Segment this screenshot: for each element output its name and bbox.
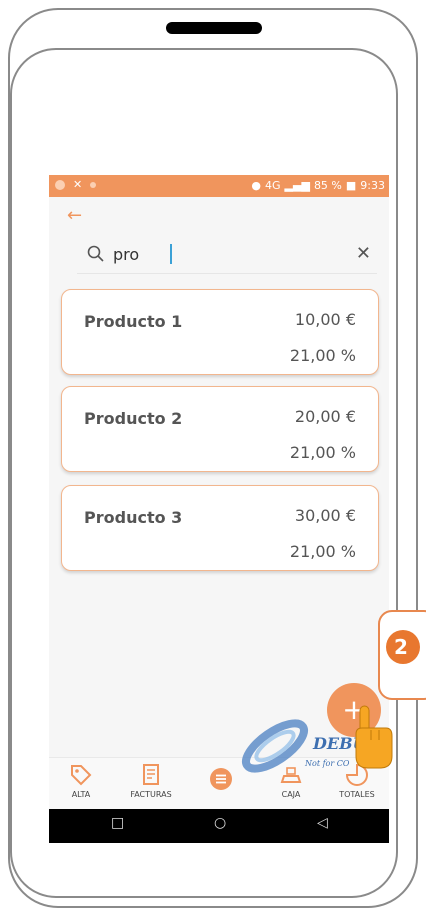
product-vat: 21,00 % bbox=[289, 443, 356, 462]
search-input[interactable] bbox=[113, 243, 313, 265]
product-name: Producto 2 bbox=[84, 409, 183, 428]
invoice-icon bbox=[143, 764, 159, 785]
notification-dot-icon bbox=[90, 181, 97, 188]
clock: 9:33 bbox=[360, 179, 385, 192]
product-card[interactable]: Producto 2 20,00 € 21,00 % bbox=[61, 386, 379, 472]
missed-call-icon: ✕ bbox=[73, 178, 83, 191]
product-name: Producto 1 bbox=[84, 312, 183, 331]
battery-icon: ■ bbox=[345, 179, 357, 192]
product-price: 10,00 € bbox=[294, 310, 356, 329]
back-icon[interactable]: ◁ bbox=[317, 815, 328, 831]
network-type: 4G bbox=[265, 179, 281, 192]
battery-percent: 85 % bbox=[313, 179, 342, 192]
nav-totales-label: TOTALES bbox=[339, 790, 375, 799]
text-cursor bbox=[170, 244, 172, 264]
search-icon[interactable] bbox=[85, 243, 107, 265]
home-icon[interactable]: ○ bbox=[214, 815, 226, 831]
product-name: Producto 3 bbox=[84, 508, 183, 527]
watermark-subtext: Not for CO bbox=[304, 759, 350, 768]
close-icon[interactable]: ✕ bbox=[356, 241, 371, 267]
product-vat: 21,00 % bbox=[289, 346, 356, 365]
notification-icon bbox=[55, 179, 65, 190]
nav-facturas-label: FACTURAS bbox=[130, 790, 172, 799]
search-bar: ✕ bbox=[77, 237, 377, 274]
product-price: 30,00 € bbox=[294, 506, 356, 525]
product-card[interactable]: Producto 1 10,00 € 21,00 % bbox=[61, 289, 379, 375]
phone-speaker bbox=[166, 22, 262, 34]
back-arrow-icon[interactable]: ← bbox=[67, 207, 82, 225]
recent-apps-icon[interactable]: □ bbox=[111, 815, 124, 831]
product-vat: 21,00 % bbox=[289, 542, 356, 561]
signal-icon: ▂▄▆ bbox=[284, 179, 310, 192]
nav-alta-label: ALTA bbox=[71, 790, 91, 799]
nav-caja-label: CAJA bbox=[281, 790, 301, 799]
step-number-badge: 2 bbox=[386, 630, 420, 664]
wifi-icon: ● bbox=[251, 179, 262, 192]
system-navigation-bar: □ ○ ◁ bbox=[49, 809, 389, 843]
status-bar: ✕ ● 4G ▂▄▆ 85 % ■ 9:33 bbox=[49, 175, 389, 197]
tag-icon bbox=[71, 765, 92, 786]
nav-alta[interactable]: ALTA bbox=[51, 762, 111, 799]
product-price: 20,00 € bbox=[294, 407, 356, 426]
menu-icon bbox=[210, 768, 232, 790]
product-card[interactable]: Producto 3 30,00 € 21,00 % bbox=[61, 485, 379, 571]
nav-facturas[interactable]: FACTURAS bbox=[121, 762, 181, 799]
pointing-hand-icon bbox=[355, 705, 393, 769]
